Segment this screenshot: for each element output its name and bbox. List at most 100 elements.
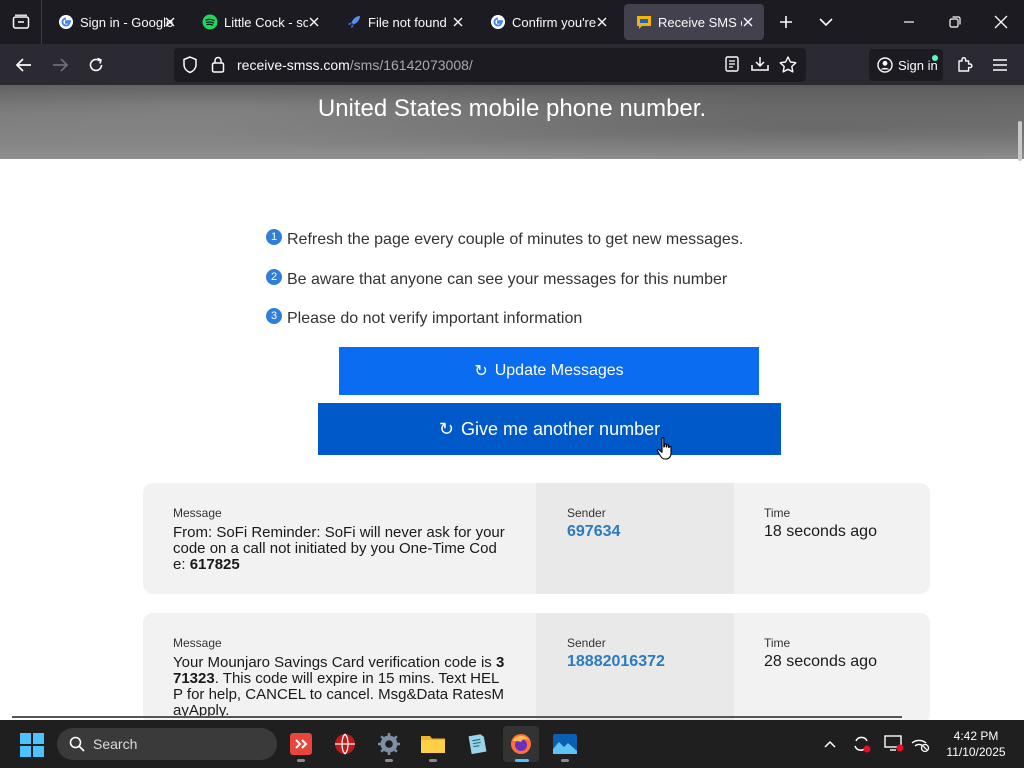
start-tile <box>20 733 31 744</box>
time-column-label: Time <box>764 506 791 520</box>
step-number-badge: 3 <box>266 308 282 324</box>
menu-button[interactable] <box>985 50 1015 80</box>
tab-label: Little Cock - song and lyrics <box>224 14 308 30</box>
message-column-label: Message <box>173 636 222 650</box>
extensions-button[interactable] <box>950 50 980 80</box>
tab-list-button[interactable] <box>0 0 42 44</box>
list-all-tabs-button[interactable] <box>812 8 840 36</box>
horizontal-scrollbar[interactable] <box>12 716 902 718</box>
taskbar-app-anydesk[interactable] <box>283 726 319 762</box>
sender-column-label: Sender <box>567 506 606 520</box>
url-domain: receive-smss.com <box>237 57 350 73</box>
save-to-pocket-icon[interactable] <box>751 56 769 77</box>
hero-banner: United States mobile phone number. <box>0 85 1024 161</box>
instruction-item: 2 Be aware that anyone can see your mess… <box>266 268 743 290</box>
message-text-part: Your Mounjaro Savings Card verification … <box>173 654 496 671</box>
shield-icon[interactable] <box>182 56 198 79</box>
message-column-label: Message <box>173 506 222 520</box>
forward-arrow-icon <box>53 58 68 72</box>
tab-close-icon[interactable] <box>594 14 610 30</box>
message-time: 18 seconds ago <box>764 523 877 540</box>
sms-site-icon <box>636 14 652 30</box>
close-window-button[interactable] <box>978 0 1024 44</box>
display-status-button[interactable] <box>882 732 906 756</box>
sign-in-button[interactable]: Sign in <box>869 49 943 81</box>
taskbar-app-network[interactable] <box>327 726 363 762</box>
search-placeholder: Search <box>93 736 138 752</box>
taskbar-app-notepad[interactable] <box>459 726 495 762</box>
reload-button[interactable] <box>81 50 111 80</box>
tab-close-icon[interactable] <box>306 14 322 30</box>
network-volume-button[interactable] <box>908 732 932 756</box>
taskbar-app-photos[interactable] <box>547 726 583 762</box>
refresh-icon: ↻ <box>438 418 454 439</box>
tab-label: Confirm you're not a robot <box>512 14 596 30</box>
address-bar[interactable]: receive-smss.com/sms/16142073008/ <box>174 48 806 82</box>
chevron-down-icon <box>819 18 833 27</box>
tab-close-icon[interactable] <box>450 14 466 30</box>
taskbar-search-box[interactable]: Search <box>57 728 277 760</box>
sender-link[interactable]: 18882016372 <box>567 653 665 671</box>
taskbar-clock[interactable]: 4:42 PM 11/10/2025 <box>940 728 1012 760</box>
verification-code: 617825 <box>189 556 240 573</box>
restore-button[interactable] <box>932 0 978 44</box>
page-viewport: United States mobile phone number. 1 Ref… <box>0 85 1024 720</box>
taskbar-app-settings[interactable] <box>371 726 407 762</box>
globe-network-icon <box>335 733 355 755</box>
tab-close-icon[interactable] <box>162 14 178 30</box>
tab-label: Receive SMS online <box>658 14 742 30</box>
taskbar-app-firefox[interactable] <box>503 726 539 762</box>
hand-cursor-icon <box>656 437 672 460</box>
chevron-up-icon <box>824 740 836 748</box>
message-row: Message Your Mounjaro Savings Card verif… <box>143 613 930 720</box>
minimize-icon <box>904 21 914 23</box>
tab-close-icon[interactable] <box>740 14 756 30</box>
tab-receive-sms[interactable]: Receive SMS online <box>624 4 764 40</box>
sync-icon <box>854 736 871 753</box>
update-messages-button[interactable]: ↻ Update Messages <box>339 347 759 395</box>
bookmark-star-icon[interactable] <box>779 56 797 78</box>
page-title: United States mobile phone number. <box>317 95 707 122</box>
sync-status-button[interactable] <box>850 732 874 756</box>
minimize-button[interactable] <box>886 0 932 44</box>
start-tile <box>33 733 44 744</box>
search-icon <box>69 736 85 752</box>
back-button[interactable] <box>9 50 39 80</box>
sender-link[interactable]: 697634 <box>567 523 620 541</box>
firefox-icon <box>511 734 531 754</box>
lock-icon[interactable] <box>211 56 225 78</box>
refresh-icon: ↻ <box>474 363 488 380</box>
tab-list-icon <box>12 14 29 29</box>
tab-file-not-found[interactable]: File not found <box>334 4 474 40</box>
url-text[interactable]: receive-smss.com/sms/16142073008/ <box>237 57 473 73</box>
running-indicator <box>385 759 393 762</box>
sender-column <box>536 483 734 594</box>
taskbar-app-file-explorer[interactable] <box>415 726 451 762</box>
message-text: Your Mounjaro Savings Card verification … <box>173 655 509 719</box>
vertical-scrollbar-thumb[interactable] <box>1018 121 1022 161</box>
another-number-button[interactable]: ↻ Give me another number <box>318 403 781 455</box>
message-text: From: SoFi Reminder: SoFi will never ask… <box>173 525 509 573</box>
another-number-label: Give me another number <box>460 418 661 439</box>
google-icon <box>58 14 74 30</box>
tab-google-sign-in[interactable]: Sign in - Google Accounts <box>46 4 186 40</box>
notification-dot <box>932 55 938 61</box>
reader-view-icon[interactable] <box>725 56 739 77</box>
forward-button[interactable] <box>45 50 75 80</box>
account-icon <box>877 57 893 73</box>
message-time: 28 seconds ago <box>764 653 877 670</box>
show-hidden-icons-button[interactable] <box>818 732 842 756</box>
new-tab-button[interactable] <box>772 8 800 36</box>
instruction-item: 1 Refresh the page every couple of minut… <box>266 229 743 250</box>
step-number-badge: 1 <box>266 229 282 245</box>
folder-icon <box>421 736 445 753</box>
plus-icon <box>780 16 792 28</box>
running-indicator <box>429 759 437 762</box>
tab-confirm-not-robot[interactable]: Confirm you're not a robot <box>478 4 618 40</box>
tab-spotify[interactable]: Little Cock - song and lyrics <box>190 4 330 40</box>
windows-start-icon[interactable] <box>20 733 44 757</box>
active-indicator <box>515 759 529 762</box>
network-off-icon <box>911 739 930 753</box>
rocket-icon <box>346 14 362 30</box>
restore-icon <box>949 16 961 28</box>
